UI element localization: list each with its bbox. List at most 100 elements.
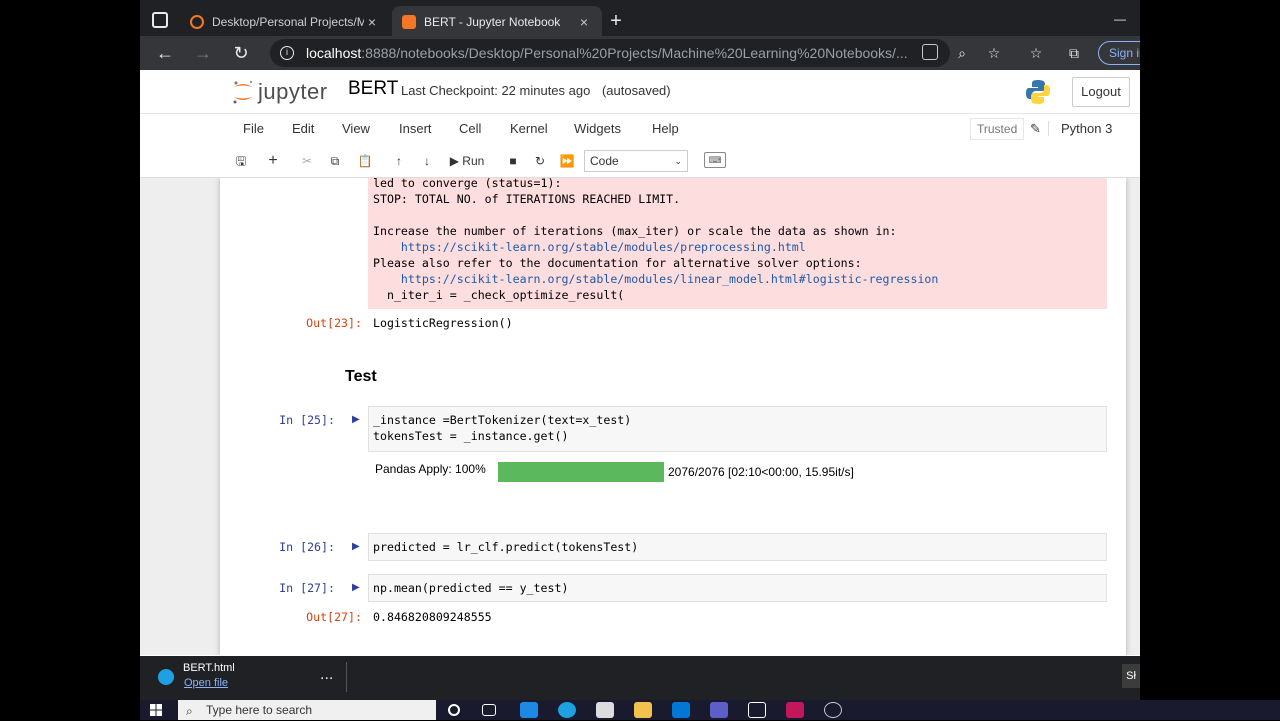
python-logo-icon — [1026, 80, 1050, 104]
terminal-icon[interactable] — [748, 702, 766, 718]
trusted-indicator[interactable]: Trusted — [970, 118, 1025, 140]
tab-strip: Desktop/Personal Projects/Machi × BERT -… — [140, 0, 1140, 40]
restart-run-all-icon[interactable]: ⏩ — [554, 148, 580, 174]
browser-alt-icon[interactable] — [824, 702, 842, 718]
jupyter-tab-icon — [190, 15, 204, 29]
taskbar-search[interactable]: ⌕ Type here to search — [178, 700, 436, 720]
run-button[interactable]: ▶︎ Run — [444, 148, 490, 174]
cell-type-select[interactable]: Code ⌄ — [584, 150, 688, 172]
search-icon: ⌕ — [186, 704, 193, 718]
close-icon[interactable]: × — [364, 14, 380, 30]
keyboard-icon[interactable]: ⌨ — [704, 152, 726, 168]
checkpoint-text: Last Checkpoint: 22 minutes ago — [401, 83, 591, 98]
run-cell-icon[interactable]: ▶ — [352, 414, 362, 426]
sign-in-button[interactable]: Sign in — [1098, 41, 1140, 65]
file-explorer-icon[interactable] — [634, 702, 652, 718]
run-cell-icon[interactable]: ▶ — [352, 541, 362, 553]
code-cell[interactable]: predicted = lr_clf.predict(tokensTest) — [368, 533, 1107, 561]
restart-icon[interactable]: ↻ — [527, 148, 553, 174]
copy-icon[interactable]: ⧉ — [322, 148, 348, 174]
code-line: tokensTest = _instance.get() — [373, 429, 569, 443]
interrupt-icon[interactable]: ■ — [500, 148, 526, 174]
move-down-icon[interactable]: ↓ — [414, 148, 440, 174]
stderr-line: n_iter_i = _check_optimize_result( — [373, 288, 625, 302]
menu-help[interactable]: Help — [652, 121, 679, 136]
minimize-icon[interactable]: — — [1114, 12, 1126, 26]
move-up-icon[interactable]: ↑ — [386, 148, 412, 174]
teams-icon[interactable] — [710, 702, 728, 718]
collections-icon[interactable]: ⧉ — [1066, 45, 1082, 61]
chevron-down-icon: ⌄ — [674, 156, 682, 166]
mail-icon[interactable] — [672, 702, 690, 718]
windows-taskbar: ⌕ Type here to search — [140, 700, 1280, 720]
stderr-line: STOP: TOTAL NO. of ITERATIONS REACHED LI… — [373, 192, 681, 206]
info-icon[interactable]: i — [280, 46, 294, 60]
notebook-area[interactable]: led to converge (status=1): STOP: TOTAL … — [140, 177, 1140, 655]
run-label: Run — [462, 154, 485, 168]
code-cell[interactable]: _instance =BertTokenizer(text=x_test) to… — [368, 406, 1107, 452]
notebook-toolbar: 🖫 + ✂ ⧉ 📋 ↑ ↓ ▶︎ Run ■ ↻ ⏩ Code ⌄ ⌨ — [228, 146, 1140, 176]
side-panel-tab[interactable]: Sł — [1122, 664, 1140, 688]
autosave-text: (autosaved) — [601, 83, 671, 98]
close-icon[interactable]: × — [576, 14, 592, 30]
cut-icon[interactable]: ✂ — [294, 148, 320, 174]
tab-bert-notebook[interactable]: BERT - Jupyter Notebook × — [392, 6, 602, 38]
task-view-icon[interactable] — [482, 704, 496, 716]
cortana-icon[interactable] — [448, 704, 460, 716]
new-tab-button[interactable]: + — [606, 10, 626, 33]
tab-title: BERT - Jupyter Notebook — [424, 15, 561, 29]
paste-icon[interactable]: 📋 — [352, 148, 378, 174]
store-icon[interactable] — [596, 702, 614, 718]
ide-icon[interactable] — [786, 702, 804, 718]
more-options-icon[interactable]: ... — [320, 666, 333, 684]
tab-actions-icon[interactable] — [152, 12, 168, 28]
edit-pencil-icon[interactable]: ✎ — [1030, 121, 1041, 137]
back-icon[interactable]: ← — [152, 40, 178, 66]
jupyter-logo[interactable]: jupyter — [232, 76, 328, 108]
tab-title: Desktop/Personal Projects/Machi — [212, 15, 364, 29]
run-icon: ▶︎ — [449, 154, 459, 168]
tab-desktop-folder[interactable]: Desktop/Personal Projects/Machi × — [180, 6, 390, 38]
menu-widgets[interactable]: Widgets — [574, 121, 621, 136]
in-prompt: In [27]: — [279, 581, 335, 595]
zoom-icon[interactable]: ⌕ — [954, 45, 970, 61]
open-file-link[interactable]: Open file — [184, 677, 228, 689]
insert-cell-icon[interactable]: + — [260, 148, 286, 174]
reader-mode-icon[interactable] — [922, 44, 938, 60]
menu-edit[interactable]: Edit — [292, 121, 314, 136]
favorites-icon[interactable]: ☆ — [1028, 45, 1044, 61]
progress-bar — [498, 462, 664, 482]
logistic-regression-link[interactable]: https://scikit-learn.org/stable/modules/… — [373, 271, 938, 287]
windows-start-icon[interactable] — [150, 704, 162, 716]
menu-insert[interactable]: Insert — [399, 121, 432, 136]
menu-view[interactable]: View — [342, 121, 370, 136]
notebook-name[interactable]: BERT — [348, 78, 398, 100]
run-cell-icon[interactable]: ▶ — [352, 582, 362, 594]
menu-cell[interactable]: Cell — [459, 121, 481, 136]
reload-icon[interactable]: ↻ — [228, 40, 254, 66]
menu-file[interactable]: File — [243, 121, 264, 136]
launcher-app-icon[interactable] — [520, 702, 538, 718]
logout-button[interactable]: Logout — [1072, 77, 1130, 107]
address-bar[interactable]: i localhost:8888/notebooks/Desktop/Perso… — [270, 39, 950, 67]
favorite-add-icon[interactable]: ☆ — [986, 45, 1002, 61]
browser-toolbar: ← → ↻ i localhost:8888/notebooks/Desktop… — [140, 36, 1140, 70]
stderr-line: led to converge (status=1): — [373, 177, 562, 190]
code-cell[interactable]: np.mean(predicted == y_test) — [368, 574, 1107, 602]
output-text: LogisticRegression() — [373, 316, 513, 330]
preprocessing-link[interactable]: https://scikit-learn.org/stable/modules/… — [373, 239, 806, 255]
checkpoint-status: Last Checkpoint: 22 minutes ago (autosav… — [401, 83, 671, 98]
jupyter-wordmark: jupyter — [258, 79, 328, 104]
edge-icon[interactable] — [558, 702, 576, 718]
menu-kernel[interactable]: Kernel — [510, 121, 548, 136]
progress-stats: 2076/2076 [02:10<00:00, 15.95it/s] — [668, 465, 854, 479]
save-icon[interactable]: 🖫 — [228, 148, 254, 174]
url-path: :8888/notebooks/Desktop/Personal%20Proje… — [361, 45, 908, 61]
code-line: predicted = lr_clf.predict(tokensTest) — [373, 540, 639, 554]
forward-icon[interactable]: → — [190, 40, 216, 66]
search-placeholder: Type here to search — [206, 703, 313, 717]
url-host: localhost — [306, 45, 362, 61]
output-text: 0.846820809248555 — [373, 610, 492, 624]
jupyter-header: jupyter BERT Last Checkpoint: 22 minutes… — [140, 70, 1140, 114]
progress-label: Pandas Apply: 100% — [375, 462, 486, 476]
